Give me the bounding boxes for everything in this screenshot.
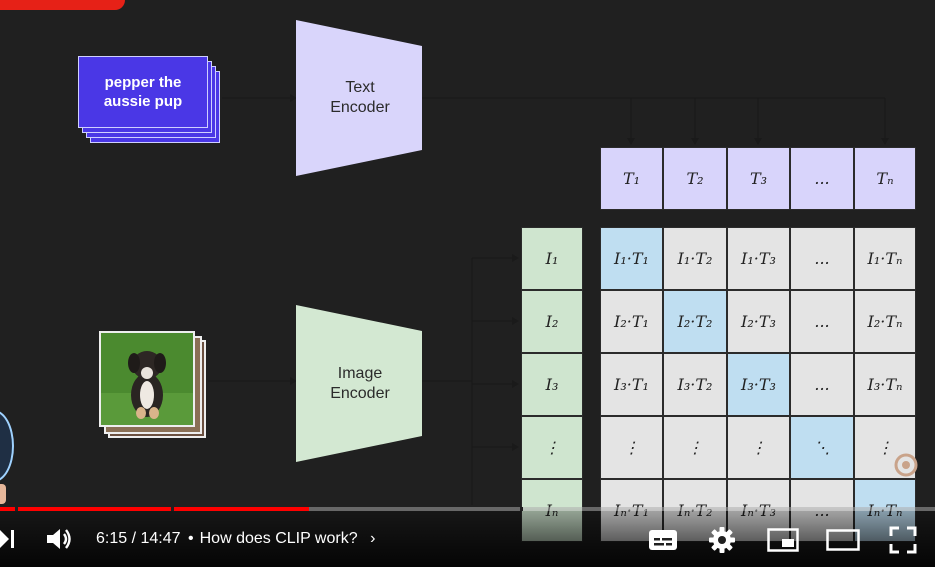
next-icon[interactable] — [0, 528, 16, 550]
matrix-cell: ⋮ — [600, 416, 663, 479]
matrix-cell: I₂·T₃ — [727, 290, 790, 353]
image-encoder-label: Image Encoder — [330, 365, 390, 402]
matrix-cell: ⋱ — [790, 416, 854, 479]
text-embedding-t2: T₂ — [663, 147, 727, 210]
chapter-title: How does CLIP work? — [199, 530, 358, 547]
matrix-cell: ... — [790, 290, 854, 353]
puppy-icon — [101, 333, 193, 425]
chevron-right-icon: › — [370, 530, 376, 547]
subtitles-icon[interactable] — [648, 529, 678, 551]
video-frame[interactable]: pepper the aussie pup Text Encoder Image… — [0, 0, 935, 567]
puppy-photo — [99, 331, 195, 427]
image-embedding-ellipsis: ⋮ — [521, 416, 583, 479]
matrix-cell: I₃·T₃ — [727, 353, 790, 416]
image-embedding-i1: I₁ — [521, 227, 583, 290]
matrix-cell: ... — [790, 353, 854, 416]
miniplayer-icon[interactable] — [767, 528, 799, 552]
gear-icon[interactable] — [708, 526, 736, 554]
presenter-hand — [0, 484, 6, 504]
volume-icon[interactable] — [45, 526, 73, 552]
chapter-marker — [520, 507, 523, 511]
theater-icon[interactable] — [826, 529, 860, 551]
chapter-title-button[interactable]: • How does CLIP work? › — [188, 530, 375, 548]
text-input-caption: pepper the aussie pup — [103, 74, 183, 110]
matrix-cell: I₂·T₂ — [663, 290, 727, 353]
matrix-cell: I₃·Tₙ — [854, 353, 916, 416]
matrix-cell: I₁·T₁ — [600, 227, 663, 290]
chapter-marker — [15, 507, 18, 511]
fullscreen-icon[interactable] — [889, 526, 917, 554]
chapter-dot: • — [188, 530, 194, 547]
matrix-cell: I₃·T₂ — [663, 353, 727, 416]
text-embedding-tn: Tₙ — [854, 147, 916, 210]
text-embedding-t1: T₁ — [600, 147, 663, 210]
text-encoder-label: Text Encoder — [330, 79, 390, 116]
image-embedding-i3: I₃ — [521, 353, 583, 416]
matrix-cell: I₂·Tₙ — [854, 290, 916, 353]
chapter-marker — [171, 507, 174, 511]
matrix-cell: I₃·T₁ — [600, 353, 663, 416]
progress-bar-played — [0, 507, 309, 511]
image-embedding-i2: I₂ — [521, 290, 583, 353]
matrix-cell: ⋮ — [663, 416, 727, 479]
matrix-cell: ⋮ — [727, 416, 790, 479]
matrix-cell: ... — [790, 227, 854, 290]
channel-watermark-icon — [894, 453, 918, 477]
matrix-cell: I₁·T₂ — [663, 227, 727, 290]
time-display: 6:15 / 14:47 — [96, 530, 181, 547]
matrix-cell: I₂·T₁ — [600, 290, 663, 353]
matrix-cell: I₁·T₃ — [727, 227, 790, 290]
matrix-cell: I₁·Tₙ — [854, 227, 916, 290]
text-embedding-t3: T₃ — [727, 147, 790, 210]
text-embedding-ellipsis: ... — [790, 147, 854, 210]
